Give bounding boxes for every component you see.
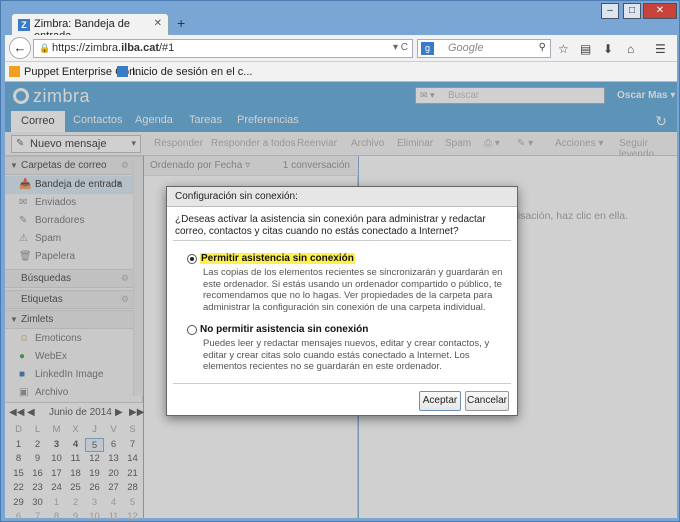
dialog-divider [173,383,511,384]
close-tab-icon[interactable]: ✕ [154,18,162,29]
option-allow-offline-label[interactable]: Permitir asistencia sin conexión [200,253,355,264]
home-icon[interactable]: ⌂ [627,42,634,56]
search-icon[interactable]: ⚲ [539,42,546,53]
option-deny-offline-label[interactable]: No permitir asistencia sin conexión [200,324,368,335]
dialog-title: Configuración sin conexión: [167,187,517,207]
google-icon: g [421,42,434,55]
close-window-button[interactable]: ✕ [643,3,677,19]
new-tab-button[interactable]: + [177,15,185,31]
zimbra-favicon-icon [117,66,128,77]
lock-icon: 🔒 [39,43,51,53]
minimize-button[interactable]: – [601,3,619,19]
reload-icon[interactable]: ▾ C [393,42,408,53]
option-allow-offline-description: Las copias de los elementos recientes se… [203,267,503,313]
option-deny-offline-description: Puedes leer y redactar mensajes nuevos, … [203,338,490,372]
bookmark-star-icon[interactable]: ☆ [558,42,569,56]
back-button[interactable]: ← [9,37,31,59]
clipboard-icon[interactable]: ▤ [580,42,591,56]
offline-settings-dialog: Configuración sin conexión: ¿Deseas acti… [166,186,518,416]
browser-search-placeholder: Google [448,42,484,54]
dialog-question: ¿Deseas activar la asistencia sin conexi… [175,214,486,237]
url-prefix: https://zimbra. [52,42,122,54]
bookmark-login[interactable]: Inicio de sesión en el c... [117,66,252,78]
bookmarks-bar: Puppet Enterprise Con... Inicio de sesió… [5,62,677,82]
back-arrow-icon: ← [13,40,27,55]
radio-allow-offline[interactable] [187,254,197,264]
puppet-icon [9,66,20,77]
url-suffix: /#1 [158,42,175,54]
radio-deny-offline[interactable] [187,325,197,335]
browser-search-input[interactable]: g Google ⚲ [417,39,551,58]
dialog-divider [173,240,511,241]
accept-button[interactable]: Aceptar [419,391,461,411]
zimbra-favicon-icon: Z [18,19,30,31]
navigation-bar: ← 🔒 https://zimbra.ilba.cat/#1 ▾ C g Goo… [5,35,677,62]
maximize-button[interactable]: □ [623,3,641,19]
url-bar[interactable]: 🔒 https://zimbra.ilba.cat/#1 ▾ C [33,39,413,58]
cancel-button[interactable]: Cancelar [465,391,509,411]
url-domain: ilba.cat [121,42,159,54]
browser-tab[interactable]: Z Zimbra: Bandeja de entrada ✕ [11,13,169,42]
tab-bar: Z Zimbra: Bandeja de entrada ✕ + – □ ✕ [5,1,677,42]
download-icon[interactable]: ⬇ [603,42,613,56]
browser-window: Z Zimbra: Bandeja de entrada ✕ + – □ ✕ ←… [0,0,680,522]
menu-icon[interactable]: ☰ [655,42,666,56]
